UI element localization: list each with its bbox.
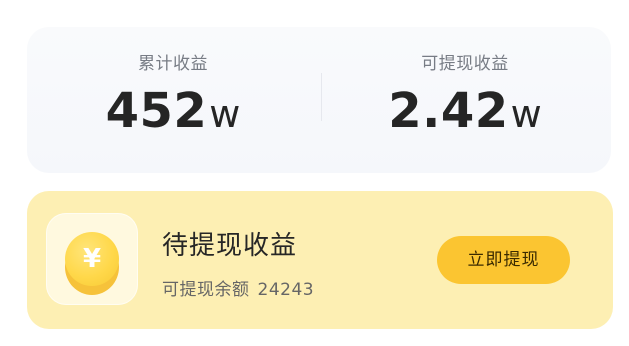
coin-face: ¥ <box>65 232 119 286</box>
pending-earnings-title: 待提现收益 <box>162 231 298 261</box>
total-earnings-stat: 累计收益 452w <box>27 27 319 173</box>
withdrawable-earnings-unit: w <box>510 92 542 136</box>
withdrawable-balance-amount: 24243 <box>257 280 315 300</box>
withdrawable-balance: 可提现余额 24243 <box>162 275 314 300</box>
withdrawable-earnings-number: 2.42 <box>388 83 509 139</box>
withdrawable-earnings-label: 可提现收益 <box>421 54 509 74</box>
withdrawable-earnings-stat: 可提现收益 2.42w <box>319 27 611 173</box>
withdraw-now-button[interactable]: 立即提现 <box>437 236 570 284</box>
withdrawable-earnings-value: 2.42w <box>319 83 611 139</box>
yen-coin-icon: ¥ <box>46 213 138 305</box>
earnings-summary-card: 累计收益 452w 可提现收益 2.42w <box>27 27 611 173</box>
pending-withdrawal-card: ¥ 待提现收益 可提现余额 24243 立即提现 <box>27 191 613 329</box>
total-earnings-label: 累计收益 <box>138 54 208 74</box>
withdrawable-balance-label: 可提现余额 <box>162 280 250 300</box>
total-earnings-number: 452 <box>105 83 208 139</box>
total-earnings-value: 452w <box>27 83 319 139</box>
total-earnings-unit: w <box>209 92 241 136</box>
